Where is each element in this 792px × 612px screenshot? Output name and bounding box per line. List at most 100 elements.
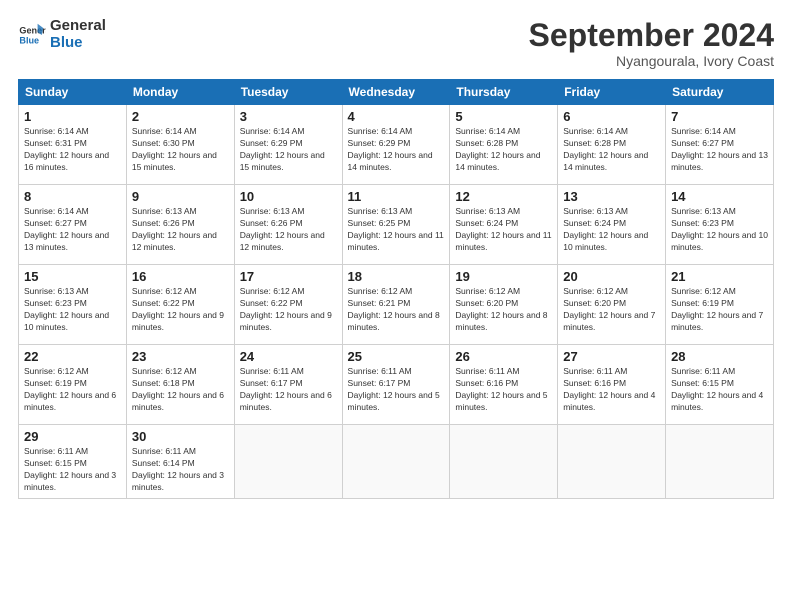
day-number: 24 [240,349,337,364]
day-info: Sunrise: 6:14 AMSunset: 6:27 PMDaylight:… [24,206,121,254]
calendar-cell: 11Sunrise: 6:13 AMSunset: 6:25 PMDayligh… [342,185,450,265]
calendar-cell: 5 Sunrise: 6:14 AMSunset: 6:28 PMDaylight… [450,105,558,185]
logo-icon: General Blue [18,21,46,49]
day-info: Sunrise: 6:11 AMSunset: 6:17 PMDaylight:… [348,366,445,414]
day-info: Sunrise: 6:14 AMSunset: 6:28 PMDaylight:… [455,126,552,174]
day-info: Sunrise: 6:12 AMSunset: 6:19 PMDaylight:… [671,286,768,334]
day-number: 25 [348,349,445,364]
day-number: 4 [348,109,445,124]
page: General Blue General Blue September 2024… [0,0,792,612]
day-info: Sunrise: 6:14 AMSunset: 6:29 PMDaylight:… [240,126,337,174]
calendar-cell [558,425,666,499]
location-title: Nyangourala, Ivory Coast [529,53,774,69]
logo-line1: General [50,18,106,35]
calendar-cell: 21 Sunrise: 6:12 AMSunset: 6:19 PMDayligh… [666,265,774,345]
day-number: 2 [132,109,229,124]
calendar-cell: 13Sunrise: 6:13 AMSunset: 6:24 PMDayligh… [558,185,666,265]
day-info: Sunrise: 6:13 AMSunset: 6:26 PMDaylight:… [132,206,229,254]
day-number: 12 [455,189,552,204]
calendar-cell: 20 Sunrise: 6:12 AMSunset: 6:20 PMDayligh… [558,265,666,345]
calendar-cell: 25 Sunrise: 6:11 AMSunset: 6:17 PMDayligh… [342,345,450,425]
day-number: 29 [24,429,121,444]
day-number: 9 [132,189,229,204]
calendar-cell: 3 Sunrise: 6:14 AMSunset: 6:29 PMDaylight… [234,105,342,185]
col-wednesday: Wednesday [342,80,450,105]
calendar-cell: 17 Sunrise: 6:12 AMSunset: 6:22 PMDayligh… [234,265,342,345]
day-number: 22 [24,349,121,364]
day-number: 13 [563,189,660,204]
calendar-cell: 15 Sunrise: 6:13 AMSunset: 6:23 PMDayligh… [19,265,127,345]
day-info: Sunrise: 6:13 AMSunset: 6:26 PMDaylight:… [240,206,337,254]
calendar-cell: 8 Sunrise: 6:14 AMSunset: 6:27 PMDaylight… [19,185,127,265]
day-number: 20 [563,269,660,284]
day-info: Sunrise: 6:12 AMSunset: 6:19 PMDaylight:… [24,366,121,414]
col-monday: Monday [126,80,234,105]
day-number: 28 [671,349,768,364]
calendar-cell [234,425,342,499]
day-number: 26 [455,349,552,364]
calendar-cell: 26 Sunrise: 6:11 AMSunset: 6:16 PMDayligh… [450,345,558,425]
calendar-cell: 1Sunrise: 6:14 AMSunset: 6:31 PMDaylight… [19,105,127,185]
day-number: 17 [240,269,337,284]
calendar-cell: 18 Sunrise: 6:12 AMSunset: 6:21 PMDayligh… [342,265,450,345]
header: General Blue General Blue September 2024… [18,18,774,69]
col-tuesday: Tuesday [234,80,342,105]
day-number: 21 [671,269,768,284]
day-number: 27 [563,349,660,364]
calendar-cell: 9 Sunrise: 6:13 AMSunset: 6:26 PMDaylight… [126,185,234,265]
col-thursday: Thursday [450,80,558,105]
calendar-cell: 10 Sunrise: 6:13 AMSunset: 6:26 PMDayligh… [234,185,342,265]
day-number: 7 [671,109,768,124]
calendar-header-row: Sunday Monday Tuesday Wednesday Thursday… [19,80,774,105]
day-number: 14 [671,189,768,204]
calendar-cell [342,425,450,499]
logo: General Blue General Blue [18,18,106,51]
day-number: 16 [132,269,229,284]
day-info: Sunrise: 6:12 AMSunset: 6:21 PMDaylight:… [348,286,445,334]
col-sunday: Sunday [19,80,127,105]
day-number: 18 [348,269,445,284]
day-number: 15 [24,269,121,284]
day-info: Sunrise: 6:12 AMSunset: 6:22 PMDaylight:… [240,286,337,334]
day-info: Sunrise: 6:11 AMSunset: 6:16 PMDaylight:… [455,366,552,414]
title-block: September 2024 Nyangourala, Ivory Coast [529,18,774,69]
col-saturday: Saturday [666,80,774,105]
calendar-cell: 24 Sunrise: 6:11 AMSunset: 6:17 PMDayligh… [234,345,342,425]
calendar-cell: 28Sunrise: 6:11 AMSunset: 6:15 PMDayligh… [666,345,774,425]
svg-text:Blue: Blue [19,35,39,45]
calendar-cell: 7 Sunrise: 6:14 AMSunset: 6:27 PMDaylight… [666,105,774,185]
day-info: Sunrise: 6:12 AMSunset: 6:22 PMDaylight:… [132,286,229,334]
day-number: 10 [240,189,337,204]
calendar-table: Sunday Monday Tuesday Wednesday Thursday… [18,79,774,499]
day-info: Sunrise: 6:11 AMSunset: 6:16 PMDaylight:… [563,366,660,414]
calendar-cell: 30Sunrise: 6:11 AMSunset: 6:14 PMDayligh… [126,425,234,499]
day-info: Sunrise: 6:11 AMSunset: 6:14 PMDaylight:… [132,446,229,494]
day-info: Sunrise: 6:13 AMSunset: 6:24 PMDaylight:… [455,206,552,254]
month-title: September 2024 [529,18,774,53]
day-number: 23 [132,349,229,364]
calendar-cell: 14Sunrise: 6:13 AMSunset: 6:23 PMDayligh… [666,185,774,265]
day-number: 5 [455,109,552,124]
calendar-cell: 4Sunrise: 6:14 AMSunset: 6:29 PMDaylight… [342,105,450,185]
calendar-cell: 16 Sunrise: 6:12 AMSunset: 6:22 PMDayligh… [126,265,234,345]
calendar-cell: 2Sunrise: 6:14 AMSunset: 6:30 PMDaylight… [126,105,234,185]
day-info: Sunrise: 6:14 AMSunset: 6:27 PMDaylight:… [671,126,768,174]
day-number: 3 [240,109,337,124]
day-number: 19 [455,269,552,284]
day-info: Sunrise: 6:11 AMSunset: 6:17 PMDaylight:… [240,366,337,414]
calendar-cell: 19Sunrise: 6:12 AMSunset: 6:20 PMDayligh… [450,265,558,345]
logo-line2: Blue [50,35,106,52]
day-info: Sunrise: 6:12 AMSunset: 6:20 PMDaylight:… [563,286,660,334]
calendar-cell: 12 Sunrise: 6:13 AMSunset: 6:24 PMDayligh… [450,185,558,265]
day-info: Sunrise: 6:13 AMSunset: 6:23 PMDaylight:… [24,286,121,334]
day-number: 8 [24,189,121,204]
day-info: Sunrise: 6:14 AMSunset: 6:28 PMDaylight:… [563,126,660,174]
day-number: 11 [348,189,445,204]
calendar-cell [666,425,774,499]
day-info: Sunrise: 6:12 AMSunset: 6:18 PMDaylight:… [132,366,229,414]
day-info: Sunrise: 6:14 AMSunset: 6:31 PMDaylight:… [24,126,121,174]
calendar-cell [450,425,558,499]
day-number: 6 [563,109,660,124]
day-info: Sunrise: 6:11 AMSunset: 6:15 PMDaylight:… [24,446,121,494]
calendar-cell: 6 Sunrise: 6:14 AMSunset: 6:28 PMDaylight… [558,105,666,185]
